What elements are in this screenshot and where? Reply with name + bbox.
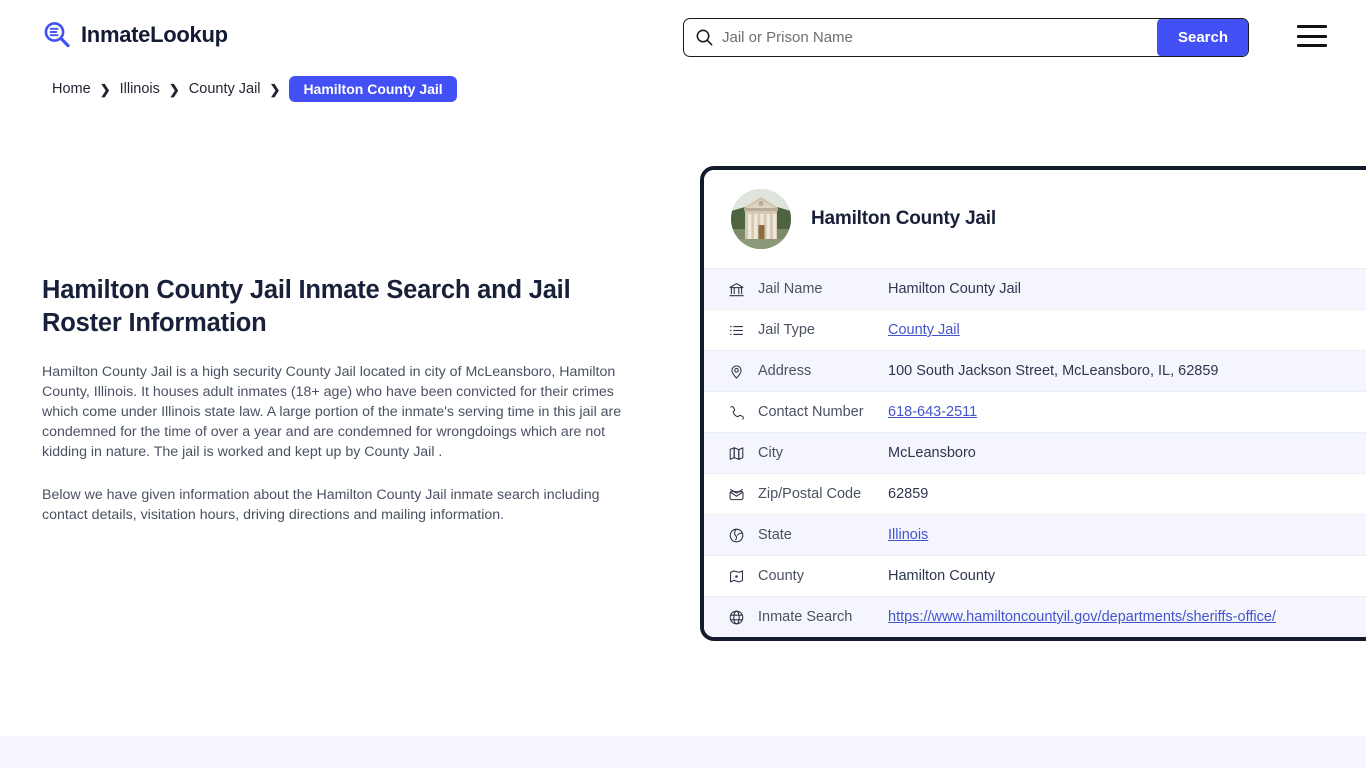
magnifier-logo-icon [42,20,72,50]
jail-info-card-title: Hamilton County Jail [811,208,996,229]
table-row: State Illinois [704,514,1366,555]
row-label: County [758,568,804,584]
bank-icon [728,281,758,298]
table-row: Inmate Search https://www.hamiltoncountyi… [704,596,1366,637]
table-row: City McLeansboro [704,432,1366,473]
county-map-icon [728,568,758,585]
table-row: Zip/Postal Code 62859 [704,473,1366,514]
table-row: County Hamilton County [704,555,1366,596]
main-content: Hamilton County Jail Inmate Search and J… [42,274,642,525]
breadcrumb-item-hamilton-county-jail: Hamilton County Jail [289,76,457,102]
row-value[interactable]: Illinois [888,527,928,543]
table-row: Address 100 South Jackson Street, McLeans… [704,350,1366,391]
row-value[interactable]: County Jail [888,322,960,338]
search-button[interactable]: Search [1157,19,1248,56]
list-icon [728,322,758,339]
page-title: Hamilton County Jail Inmate Search and J… [42,276,571,337]
map-icon [728,445,758,462]
row-label: Inmate Search [758,609,853,625]
envelope-icon [728,486,758,503]
globe-state-icon [728,527,758,544]
hamburger-bar [1297,25,1327,28]
row-value-link[interactable]: 618-643-2511 [888,404,977,420]
hamburger-bar [1297,44,1327,47]
row-label: State [758,527,792,543]
row-value-link[interactable]: https://www.hamiltoncountyil.gov/departm… [888,609,1276,625]
hamburger-bar [1297,34,1327,38]
breadcrumb-item-county-jail[interactable]: County Jail [189,81,261,97]
breadcrumb: Home ❯ Illinois ❯ County Jail ❯ Hamilton Count… [52,76,457,102]
row-label: Zip/Postal Code [758,486,862,502]
jail-info-card: Hamilton County Jail Jail Name Hamilton C… [700,166,1366,641]
search-icon [684,19,718,56]
site-header: InmateLookup Search [0,0,1366,74]
logo-text: InmateLookup [81,22,228,47]
row-value: Hamilton County [888,568,996,584]
breadcrumb-separator-icon: ❯ [168,81,180,97]
hamburger-menu-icon[interactable] [1297,25,1327,47]
row-label: Contact Number [758,404,864,420]
search-bar[interactable]: Search [683,18,1249,57]
jail-info-card-header: Hamilton County Jail [704,170,1366,268]
row-value[interactable]: https://www.hamiltoncountyil.gov/departm… [888,609,1276,625]
row-value: McLeansboro [888,445,976,461]
table-row: Contact Number 618-643-2511 [704,391,1366,432]
row-label: Address [758,363,812,379]
intro-paragraph-1: Hamilton County Jail is a high security … [42,363,622,461]
hamilton-county-courthouse-photo [731,189,791,249]
row-value[interactable]: 618-643-2511 [888,404,977,420]
breadcrumb-separator-icon: ❯ [269,81,281,97]
table-row: Jail Type County Jail [704,309,1366,350]
breadcrumb-item-home[interactable]: Home [52,81,91,97]
jail-info-table: Jail Name Hamilton County Jail Jail Type Co… [704,268,1366,637]
search-input[interactable] [718,19,1157,56]
phone-icon [728,404,758,421]
row-value: 100 South Jackson Street, McLeansboro, I… [888,363,1219,379]
intro-paragraph-2: Below we have given information about th… [42,486,600,523]
site-logo[interactable]: InmateLookup [42,20,228,50]
row-value-link[interactable]: Illinois [888,527,928,543]
row-value: Hamilton County Jail [888,281,1021,297]
row-value-link[interactable]: County Jail [888,322,960,338]
globe-icon [728,609,758,626]
row-label: Jail Name [758,281,823,297]
breadcrumb-separator-icon: ❯ [99,81,111,97]
location-pin-icon [728,363,758,380]
row-value: 62859 [888,486,929,502]
row-label: Jail Type [758,322,815,338]
breadcrumb-item-illinois[interactable]: Illinois [120,81,160,97]
footer-band [0,736,1366,768]
row-label: City [758,445,783,461]
table-row: Jail Name Hamilton County Jail [704,268,1366,309]
